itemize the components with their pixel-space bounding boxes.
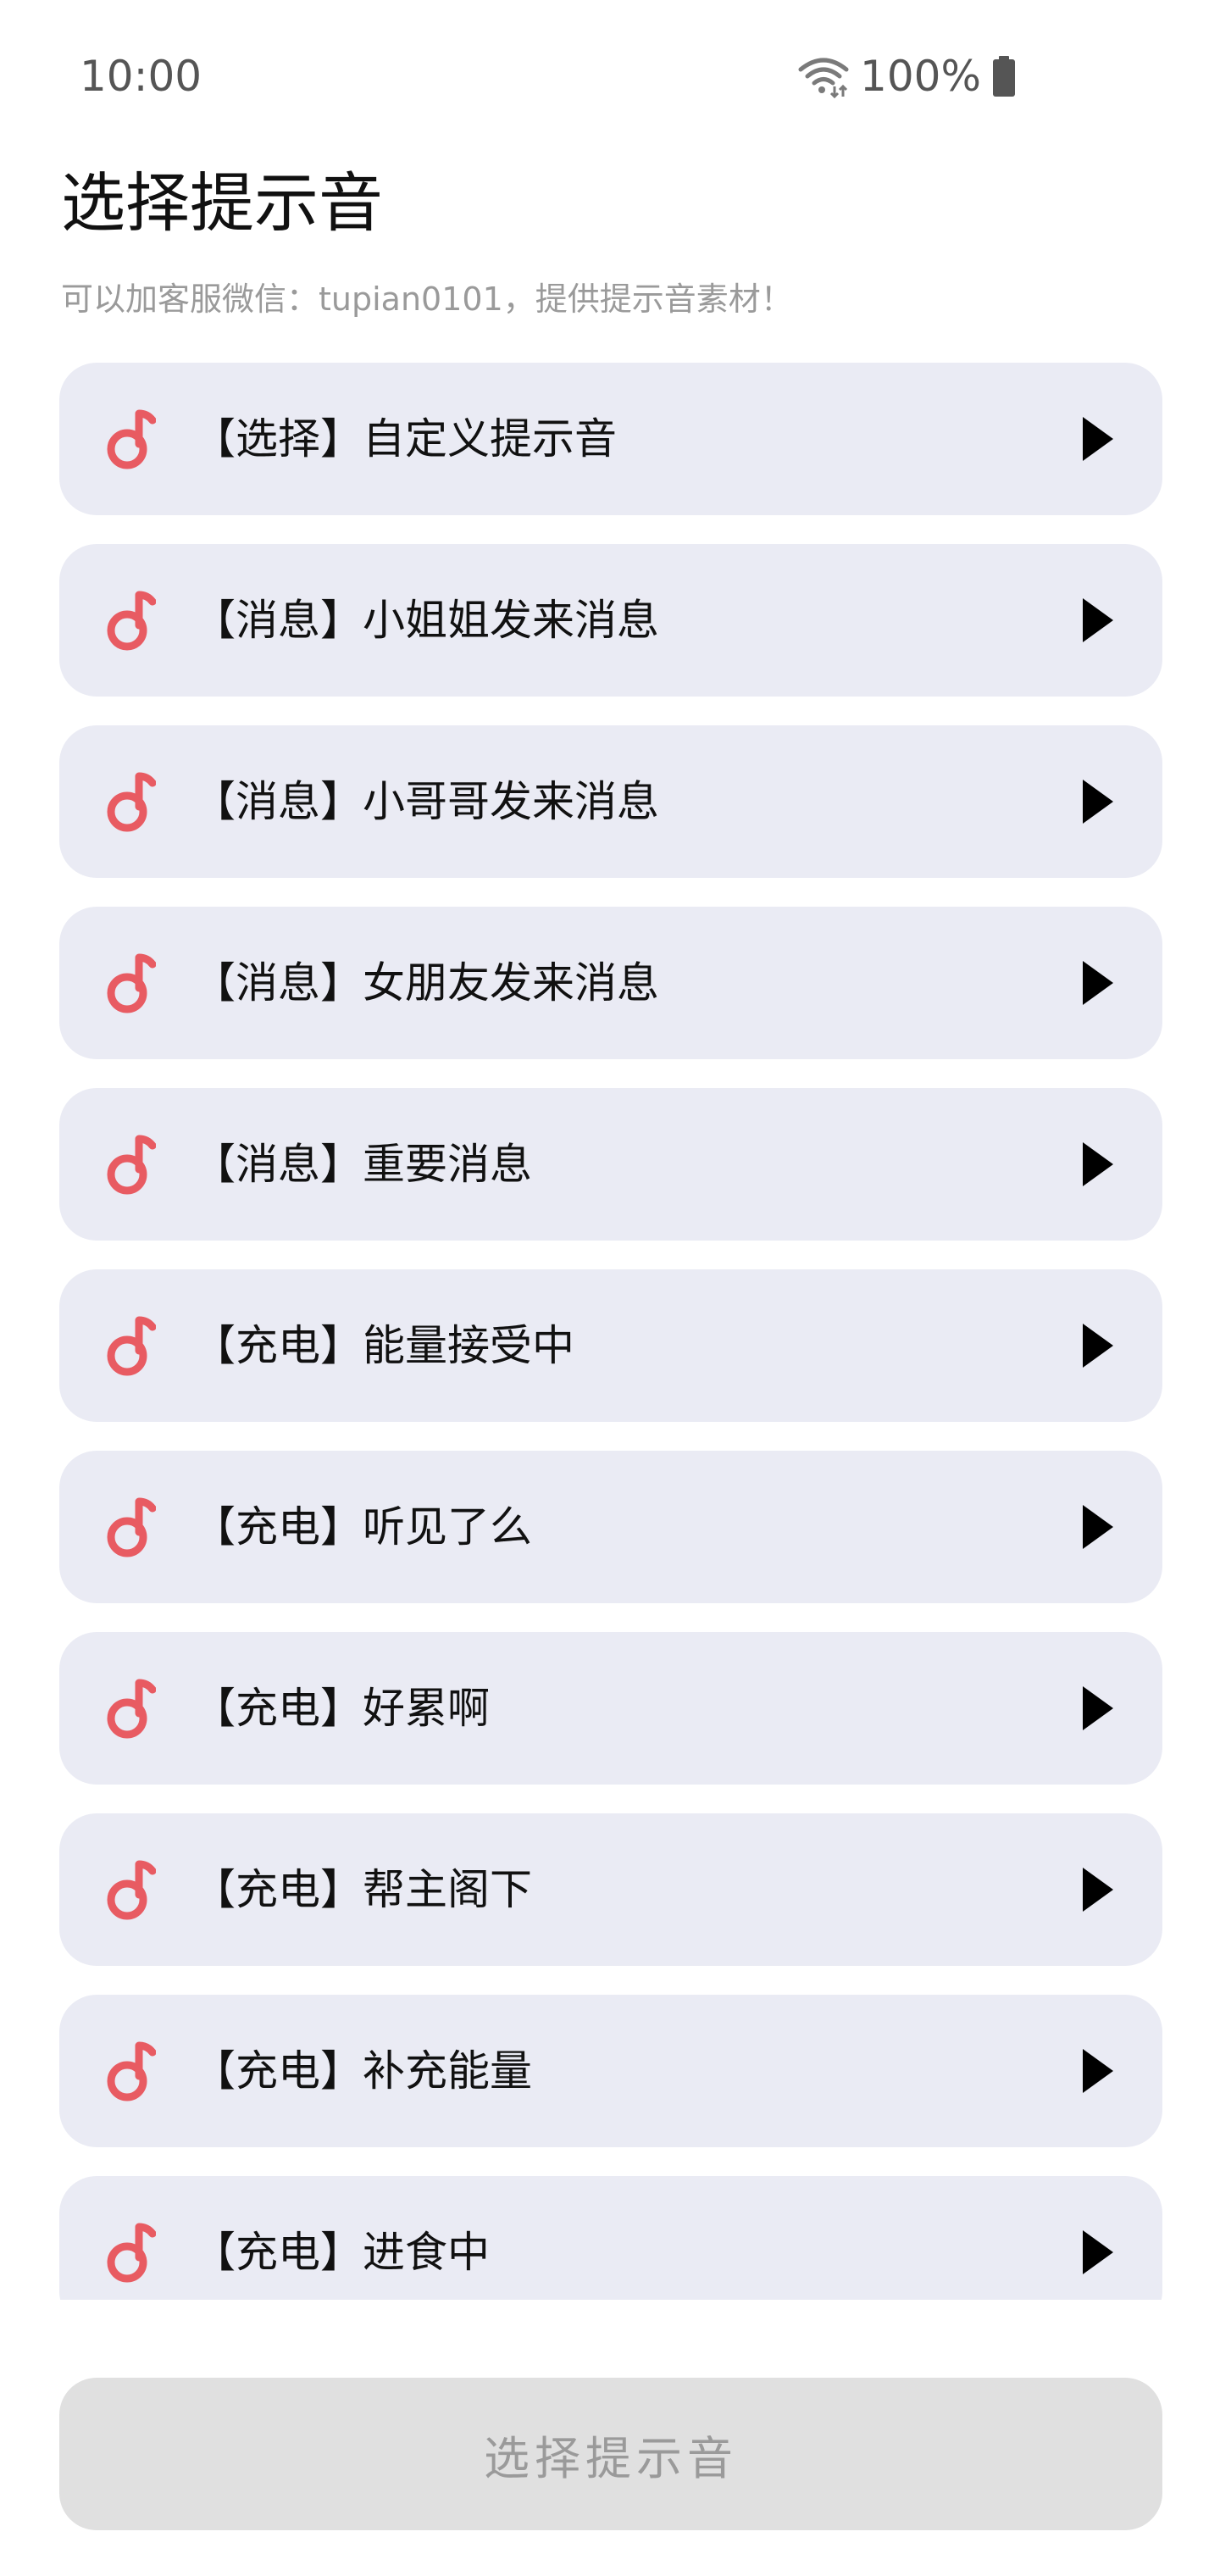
sound-list-item[interactable]: 【充电】补充能量 [59,1995,1162,2147]
select-sound-button[interactable]: 选择提示音 [59,2378,1162,2530]
sound-list-item[interactable]: 【充电】能量接受中 [59,1269,1162,1422]
sound-item-label: 【充电】听见了么 [193,1502,532,1552]
status-indicators: 100% [797,51,1017,102]
sound-list-item[interactable]: 【充电】听见了么 [59,1451,1162,1603]
sound-list-item[interactable]: 【充电】帮主阁下 [59,1813,1162,1966]
music-note-icon [107,772,156,832]
play-icon[interactable] [1079,414,1117,464]
sound-list-item[interactable]: 【消息】女朋友发来消息 [59,907,1162,1059]
wifi-icon [798,58,849,98]
play-icon[interactable] [1079,1683,1117,1734]
play-icon[interactable] [1079,776,1117,827]
music-note-icon [107,1135,156,1195]
sound-item-label: 【消息】小哥哥发来消息 [193,777,659,826]
sound-item-label: 【充电】帮主阁下 [193,1865,532,1914]
music-note-icon [107,1497,156,1557]
battery-icon [993,56,1015,97]
sound-list-item[interactable]: 【选择】自定义提示音 [59,363,1162,515]
play-icon[interactable] [1079,2227,1117,2278]
sound-item-label: 【充电】进食中 [193,2228,490,2277]
sound-list-item[interactable]: 【消息】重要消息 [59,1088,1162,1241]
play-icon[interactable] [1079,1139,1117,1190]
music-note-icon [107,1316,156,1376]
music-note-icon [107,1679,156,1739]
sound-item-label: 【充电】补充能量 [193,2046,532,2096]
music-note-icon [107,2223,156,2283]
play-icon[interactable] [1079,595,1117,646]
sound-list-item[interactable]: 【充电】好累啊 [59,1632,1162,1785]
sound-item-label: 【消息】小姐姐发来消息 [193,596,659,645]
sound-item-label: 【选择】自定义提示音 [193,414,617,464]
sound-list-item[interactable]: 【充电】进食中 [59,2176,1162,2300]
sound-list-item[interactable]: 【消息】小哥哥发来消息 [59,725,1162,878]
sound-list: 【选择】自定义提示音 【消息】小姐姐发来消息 【消息】小哥哥发来消息 【消息】女朋友发… [59,363,1162,2300]
play-icon[interactable] [1079,1502,1117,1552]
subtitle: 可以加客服微信：tupian0101，提供提示音素材！ [61,280,793,318]
music-note-icon [107,409,156,469]
music-note-icon [107,953,156,1013]
battery-percent: 100% [860,52,981,101]
sound-list-item[interactable]: 【消息】小姐姐发来消息 [59,544,1162,697]
play-icon[interactable] [1079,2046,1117,2096]
music-note-icon [107,2041,156,2101]
play-icon[interactable] [1079,1864,1117,1915]
sound-item-label: 【消息】重要消息 [193,1140,532,1189]
page-title: 选择提示音 [61,165,383,241]
status-bar: 10:00 100% [0,0,1220,153]
play-icon[interactable] [1079,958,1117,1008]
music-note-icon [107,1860,156,1920]
sound-item-label: 【消息】女朋友发来消息 [193,958,659,1008]
music-note-icon [107,591,156,651]
sound-item-label: 【充电】好累啊 [193,1684,490,1733]
sound-item-label: 【充电】能量接受中 [193,1321,574,1370]
play-icon[interactable] [1079,1320,1117,1371]
status-time: 10:00 [80,52,202,101]
